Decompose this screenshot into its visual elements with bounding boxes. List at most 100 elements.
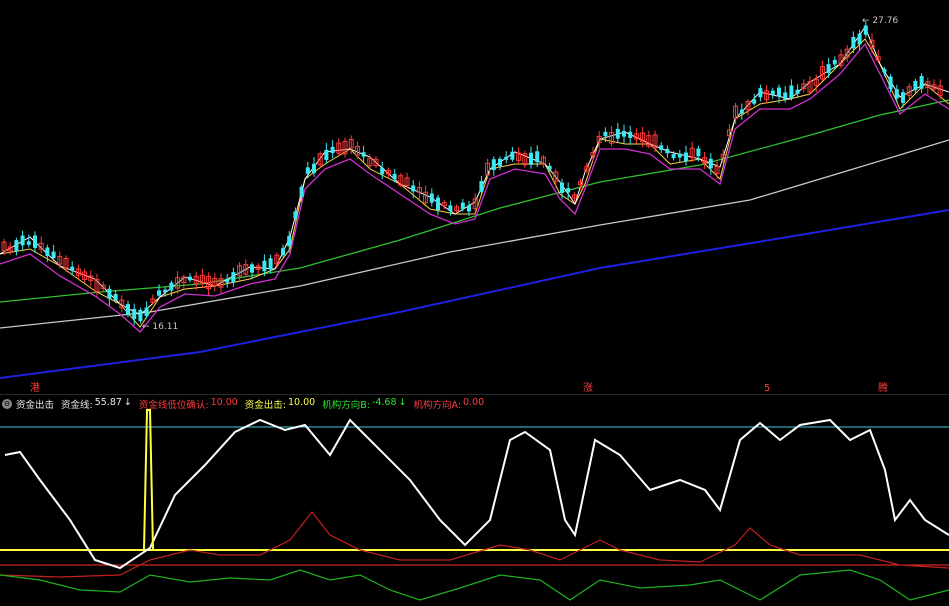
candle-body	[144, 307, 149, 316]
inst-direction-a-line	[0, 511, 949, 578]
candle-body	[770, 90, 775, 95]
candle-body	[783, 92, 788, 100]
candle-body	[113, 294, 118, 301]
fund-strike-spike	[143, 409, 154, 551]
candle-body	[157, 290, 161, 296]
candle-body	[758, 88, 763, 98]
candle-body	[20, 235, 25, 246]
ma-blue-line	[0, 209, 949, 379]
legend-inst-direction-b: 机构方向B: -4.68 ↓	[322, 397, 407, 411]
candle-body	[479, 181, 484, 192]
candle-body	[107, 288, 112, 299]
candle-body	[919, 76, 924, 89]
candle-body	[795, 89, 800, 94]
candle-body	[888, 76, 893, 89]
candle-body	[163, 289, 168, 293]
legend-inst-direction-a: 机构方向A: 0.00	[413, 397, 485, 411]
candle-body	[777, 87, 781, 97]
down-arrow-icon: ↓	[398, 397, 407, 408]
candle-body	[832, 59, 837, 65]
candle-body	[752, 99, 757, 104]
low-price-label: ← 16.11	[142, 322, 178, 333]
candle-body	[231, 272, 236, 283]
fund-line	[4, 418, 949, 570]
candle-body	[262, 260, 267, 272]
ma-white-line	[0, 25, 949, 316]
candle-body	[560, 182, 564, 193]
candle-body	[138, 309, 143, 322]
gear-icon[interactable]: ⚙	[2, 399, 12, 409]
ma-green-line	[0, 99, 949, 303]
candle-body	[429, 193, 434, 203]
candle-body	[504, 156, 509, 160]
candle-body	[603, 131, 608, 137]
candle-body	[535, 151, 540, 163]
candle-body	[330, 146, 335, 154]
legend-fund-line: 资金线: 55.87 ↓	[61, 397, 132, 411]
candle-body	[659, 145, 664, 150]
candle-body	[529, 152, 533, 165]
candle-body	[677, 153, 682, 158]
candle-body	[491, 159, 496, 171]
candle-body	[696, 148, 701, 157]
candle-body	[281, 248, 285, 256]
candle-body	[665, 148, 670, 154]
candle-body	[169, 282, 174, 291]
candle-body	[225, 278, 230, 283]
high-price-value: 27.76	[872, 16, 899, 26]
candle-body	[671, 154, 676, 159]
candle-body	[305, 167, 310, 174]
candle-body	[411, 185, 416, 192]
candle-body	[380, 167, 385, 175]
pane-divider[interactable]	[0, 394, 949, 395]
indicator-name: 资金出击	[16, 400, 55, 411]
candle-body	[361, 152, 366, 157]
candle-body	[324, 149, 329, 161]
candle-body	[70, 266, 75, 271]
candle-body	[26, 241, 31, 245]
candle-body	[739, 109, 744, 114]
candle-body	[132, 308, 137, 320]
candle-body	[684, 152, 688, 162]
candle-body	[851, 36, 856, 49]
candle-body	[510, 151, 515, 160]
left-arrow-icon: ←	[142, 322, 150, 332]
down-arrow-icon: ↓	[123, 397, 132, 408]
candle-body	[392, 173, 397, 180]
candle-body	[789, 85, 794, 99]
low-price-value: 16.11	[152, 322, 179, 332]
left-arrow-icon: ←	[862, 16, 870, 26]
candle-body	[126, 304, 130, 316]
candle-body	[293, 211, 298, 219]
candle-body	[615, 128, 620, 139]
high-price-label: ← 27.76	[862, 16, 898, 27]
candle-body	[566, 188, 571, 193]
candle-body	[498, 158, 502, 167]
candle-body	[460, 202, 465, 209]
candle-body	[268, 258, 273, 270]
legend-fund-strike: 资金出击: 10.00	[244, 397, 316, 411]
candle-body	[33, 235, 37, 249]
candle-body	[882, 68, 887, 73]
candle-body	[436, 197, 440, 211]
indicator-legend: ⚙ 资金出击 资金线: 55.87 ↓ 资金线低位确认: 10.00 资金出击: 10.…	[2, 397, 491, 411]
candle-body	[287, 235, 292, 247]
candle-body	[188, 276, 192, 281]
candle-body	[913, 80, 918, 91]
candle-body	[448, 205, 453, 211]
stock-chart-window: ← 27.76 ← 16.11 港 涨 5 腾 ⚙ 资金出击 资金线: 55.87…	[0, 0, 949, 606]
legend-low-confirm: 资金线低位确认: 10.00	[138, 397, 238, 411]
candle-body	[14, 240, 19, 251]
candle-body	[547, 165, 552, 170]
candle-body	[250, 264, 254, 273]
candle-body	[894, 89, 899, 99]
candle-body	[628, 131, 633, 139]
candle-body	[901, 92, 905, 103]
candle-body	[622, 131, 626, 137]
candle-body	[299, 186, 304, 197]
candle-body	[857, 33, 862, 45]
inst-direction-b-line	[0, 569, 949, 601]
candle-body	[51, 251, 56, 259]
candle-body	[708, 158, 713, 169]
price-chart[interactable]	[0, 0, 949, 394]
